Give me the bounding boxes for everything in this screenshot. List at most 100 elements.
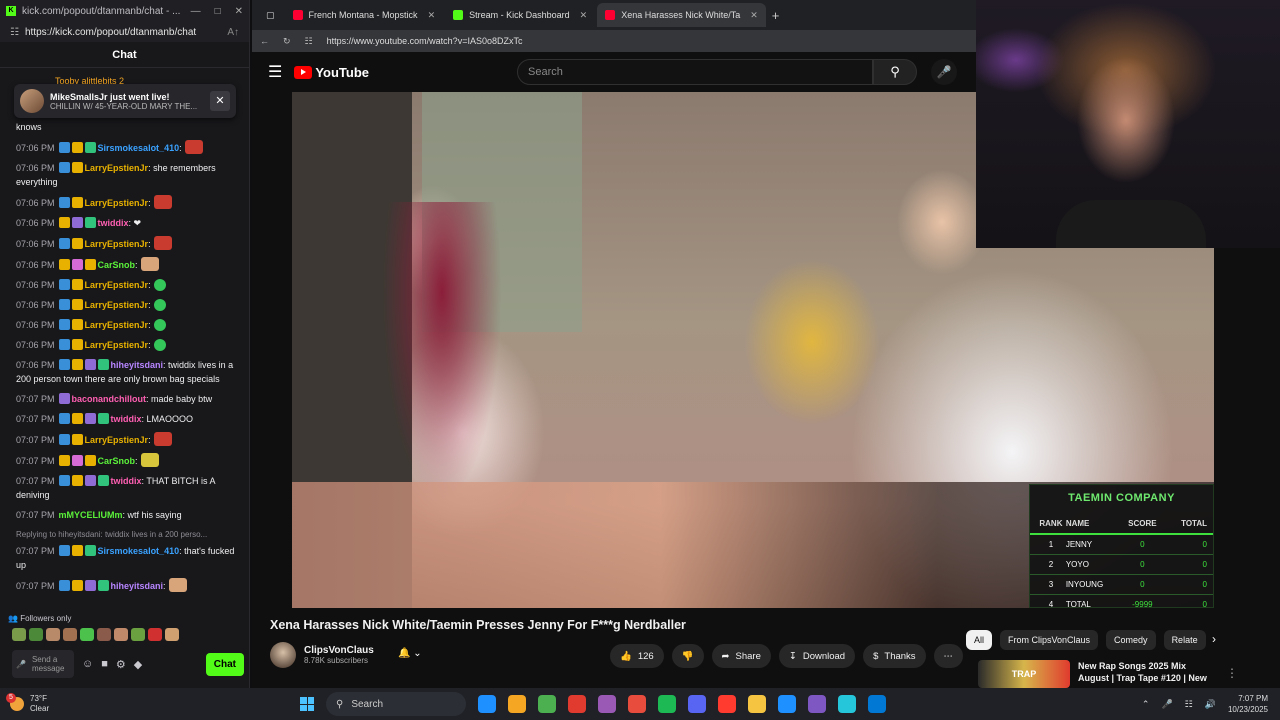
taskbar-app-icon[interactable] [568, 695, 586, 713]
message-username[interactable]: LarryEpstienJr [85, 198, 149, 208]
download-button[interactable]: ↧ Download [778, 644, 856, 668]
emote-7[interactable] [114, 628, 128, 641]
gift-icon[interactable]: ■ [101, 658, 108, 670]
taskbar-app-icon[interactable] [778, 695, 796, 713]
message-username[interactable]: LarryEpstienJr [85, 239, 149, 249]
message-username[interactable]: baconandchillout [72, 394, 147, 404]
chip-filter[interactable]: Comedy [1106, 630, 1156, 650]
message-username[interactable]: CarSnob [98, 456, 136, 466]
taskbar-app-icon[interactable] [838, 695, 856, 713]
chat-send-button[interactable]: Chat [205, 652, 244, 676]
close-tab-icon[interactable]: ✕ [580, 10, 588, 21]
notification-bell-button[interactable]: 🔔 ⌄ [398, 648, 422, 659]
related-video[interactable]: TRAP New Rap Songs 2025 Mix August | Tra… [978, 660, 1218, 688]
clock[interactable]: 7:07 PM 10/23/2025 [1228, 693, 1268, 715]
channel-info[interactable]: ClipsVonClaus 8.78K subscribers [270, 642, 374, 668]
thanks-button[interactable]: $ Thanks [863, 644, 926, 668]
emote-picker-icon[interactable]: ☺ [82, 658, 93, 670]
browser-tab[interactable]: Stream - Kick Dashboard ✕ [445, 3, 595, 27]
chip-filter[interactable]: All [966, 630, 993, 650]
message-username[interactable]: Sirsmokesalot_410 [98, 143, 180, 153]
read-aloud-icon[interactable]: A↑ [227, 27, 239, 38]
message-username[interactable]: hiheyitsdani [111, 581, 164, 591]
chips-next-icon[interactable]: › [1212, 632, 1216, 646]
menu-icon[interactable]: ☰ [268, 62, 282, 82]
close-tab-icon[interactable]: ✕ [428, 10, 436, 21]
message-username[interactable]: hiheyitsdani [111, 360, 164, 370]
new-tab-button[interactable]: + [772, 8, 780, 23]
search-button[interactable]: ⚲ [873, 59, 918, 85]
emote-5[interactable] [80, 628, 94, 641]
message-username[interactable]: twiddix [111, 476, 142, 486]
site-info-icon[interactable]: ☷ [305, 36, 313, 47]
taskbar-app-icon[interactable] [628, 695, 646, 713]
taskbar-app-icon[interactable] [538, 695, 556, 713]
chat-input[interactable]: 🎤 Send a message [12, 650, 74, 678]
taskbar-app-icon[interactable] [598, 695, 616, 713]
emote-3[interactable] [46, 628, 60, 641]
bits-icon[interactable]: ◆ [134, 658, 142, 671]
message-username[interactable]: LarryEpstienJr [85, 320, 149, 330]
emote-1[interactable] [12, 628, 26, 641]
settings-icon[interactable]: ⚙ [116, 658, 126, 671]
message-username[interactable]: LarryEpstienJr [85, 163, 149, 173]
youtube-logo[interactable]: YouTube [294, 65, 369, 80]
back-icon[interactable]: ← [260, 36, 269, 46]
close-icon[interactable]: ✕ [235, 6, 243, 17]
emote-8[interactable] [131, 628, 145, 641]
like-button[interactable]: 👍 126 [610, 644, 664, 668]
dislike-button[interactable]: 👎 [671, 644, 704, 668]
taskbar-app-icon[interactable] [718, 695, 736, 713]
volume-icon[interactable]: 🔊 [1205, 699, 1216, 710]
emote-9[interactable] [148, 628, 162, 641]
chevron-up-icon[interactable]: ⌃ [1142, 699, 1150, 710]
close-notification-button[interactable]: ✕ [210, 91, 230, 111]
taskbar-app-icon[interactable] [508, 695, 526, 713]
message-username[interactable]: mMYCELIUMm [59, 510, 123, 520]
site-info-icon[interactable]: ☷ [10, 27, 19, 38]
taskbar-app-icon[interactable] [868, 695, 886, 713]
taskbar-app-icon[interactable] [748, 695, 766, 713]
emote-10[interactable] [165, 628, 179, 641]
chat-address-bar[interactable]: ☷ https://kick.com/popout/dtanmanb/chat … [0, 22, 249, 42]
minimize-icon[interactable]: — [191, 6, 201, 17]
channel-avatar[interactable] [270, 642, 296, 668]
chip-filter[interactable]: From ClipsVonClaus [1000, 630, 1099, 650]
message-username[interactable]: LarryEpstienJr [85, 340, 149, 350]
tab-actions-icon[interactable]: ▢ [258, 3, 283, 27]
more-actions-button[interactable]: ⋯ [933, 644, 964, 668]
message-username[interactable]: LarryEpstienJr [85, 300, 149, 310]
taskbar-app-icon[interactable] [808, 695, 826, 713]
emote-4[interactable] [63, 628, 77, 641]
voice-search-button[interactable]: 🎤 [931, 59, 958, 85]
emote-6[interactable] [97, 628, 111, 641]
message-username[interactable]: LarryEpstienJr [85, 435, 149, 445]
live-notification[interactable]: MikeSmallsJr just went live! CHILLIN W/ … [14, 84, 236, 118]
microphone-icon[interactable]: 🎤 [1161, 699, 1172, 710]
close-tab-icon[interactable]: ✕ [750, 10, 758, 21]
refresh-icon[interactable]: ↻ [283, 36, 291, 47]
weather-widget[interactable]: 5 73°F Clear [0, 693, 300, 714]
start-button[interactable] [300, 697, 314, 711]
microphone-icon[interactable]: 🎤 [16, 660, 26, 669]
taskbar-app-icon[interactable] [478, 695, 496, 713]
related-title[interactable]: New Rap Songs 2025 Mix August | Trap Tap… [1078, 660, 1218, 688]
message-username[interactable]: CarSnob [98, 260, 136, 270]
chip-filter[interactable]: Relate [1163, 630, 1206, 650]
search-input[interactable]: Search [517, 59, 874, 85]
message-username[interactable]: twiddix [98, 218, 129, 228]
browser-tab[interactable]: French Montana - Mopstick ✕ [285, 3, 444, 27]
taskbar-app-icon[interactable] [688, 695, 706, 713]
browser-tab[interactable]: Xena Harasses Nick White/Ta ✕ [597, 3, 766, 27]
emote-2[interactable] [29, 628, 43, 641]
network-icon[interactable]: ☷ [1185, 699, 1193, 710]
share-button[interactable]: ➦ Share [711, 644, 771, 668]
maximize-icon[interactable]: □ [215, 6, 221, 17]
channel-name[interactable]: ClipsVonClaus [304, 645, 374, 656]
taskbar-app-icon[interactable] [658, 695, 676, 713]
message-username[interactable]: Sirsmokesalot_410 [98, 546, 180, 556]
related-more-icon[interactable]: ⋮ [1226, 666, 1238, 680]
message-username[interactable]: twiddix [111, 414, 142, 424]
taskbar-search[interactable]: ⚲ Search [326, 692, 466, 716]
message-username[interactable]: LarryEpstienJr [85, 280, 149, 290]
